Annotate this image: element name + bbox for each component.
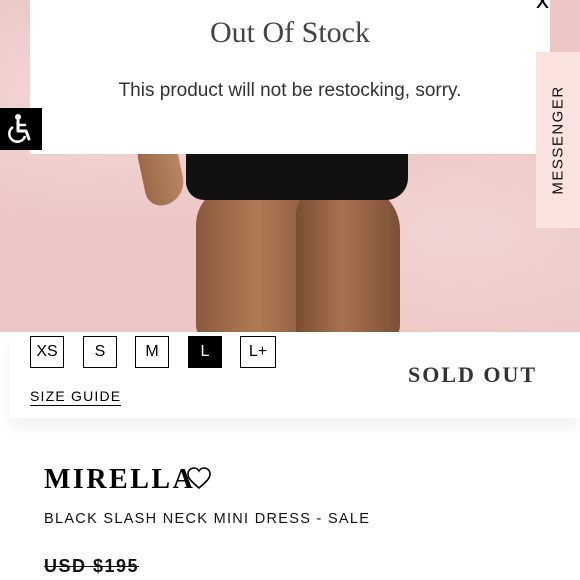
black-dress-hem [186,152,408,200]
sold-out-status: SOLD OUT [408,362,538,387]
size-guide-link[interactable]: SIZE GUIDE [30,388,122,406]
heart-icon[interactable] [186,466,212,490]
product-subtitle: BLACK SLASH NECK MINI DRESS - SALE [44,511,371,527]
modal-message: This product will not be restocking, sor… [118,80,462,101]
messenger-tab[interactable]: MESSENGER [536,52,580,228]
product-name: MIRELLA [44,464,196,495]
close-icon[interactable]: x [536,0,549,12]
size-option-m[interactable]: M [135,336,169,368]
size-option-l[interactable]: L [188,336,222,368]
modal-title: Out Of Stock [210,16,370,49]
out-of-stock-modal: Out Of Stock This product will not be re… [30,0,550,154]
size-option-l-plus[interactable]: L+ [240,336,276,368]
wheelchair-accessibility-icon [8,114,31,143]
product-price: USD $195 [44,556,140,576]
model-leg-right [296,185,400,332]
size-option-xs[interactable]: XS [30,336,64,368]
size-option-s[interactable]: S [83,336,117,368]
messenger-label: MESSENGER [549,85,567,195]
model-leg-left [196,185,308,332]
accessibility-button[interactable] [0,108,42,150]
